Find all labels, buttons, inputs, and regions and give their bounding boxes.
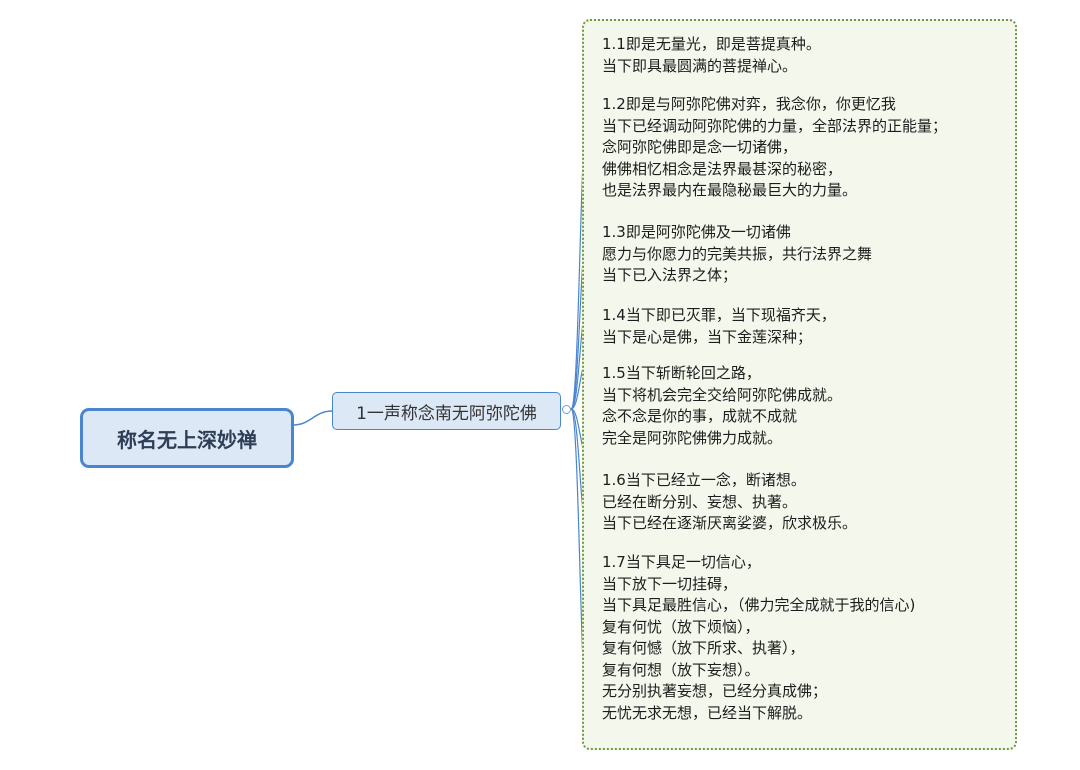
leaf-text-line: 完全是阿弥陀佛佛力成就。: [602, 428, 783, 447]
branch-topic-label: 1一声称念南无阿弥陀佛: [356, 403, 537, 424]
leaf-text-line: 复有何忧（放下烦恼），: [602, 617, 760, 636]
leaf-topic[interactable]: 1.6当下已经立一念，断诸想。 已经在断分别、妄想、执著。当下已经在逐渐厌离娑婆，…: [602, 470, 857, 535]
leaf-text-line: 复有何想（放下妄想）。: [602, 660, 760, 679]
leaf-text-line: 1.1即是无量光，即是菩提真种。: [602, 35, 821, 53]
leaf-text-line: 1.3即是阿弥陀佛及一切诸佛: [602, 223, 791, 241]
leaf-topic[interactable]: 1.7当下具足一切信心， 当下放下一切挂碍， 当下具足最胜信心，（佛力完全成就于我的…: [602, 552, 915, 724]
leaf-text-line: 当下已经在逐渐厌离娑婆，欣求极乐。: [602, 514, 858, 532]
root-topic[interactable]: 称名无上深妙禅: [80, 408, 294, 468]
leaf-text-line: 当下是心是佛，当下金莲深种；: [602, 327, 813, 346]
leaf-text-line: 当下具足最胜信心，（佛力完全成就于我的信心): [602, 596, 916, 614]
leaf-text-line: 1.5当下斩断轮回之路，: [602, 364, 761, 382]
leaf-text-line: 当下即具最圆满的菩提禅心。: [602, 56, 798, 75]
leaf-topic[interactable]: 1.3即是阿弥陀佛及一切诸佛愿力与你愿力的完美共振，共行法界之舞 当下已入法界之体…: [602, 222, 872, 287]
leaf-topic[interactable]: 1.2即是与阿弥陀佛对弈，我念你，你更忆我当下已经调动阿弥陀佛的力量，全部法界的…: [602, 94, 947, 202]
leaf-text-line: 1.6当下已经立一念，断诸想。: [602, 471, 806, 489]
branch-topic[interactable]: 1一声称念南无阿弥陀佛: [332, 392, 561, 430]
leaf-text-line: 复有何憾（放下所求、执著），: [602, 639, 805, 657]
root-topic-label: 称名无上深妙禅: [117, 427, 257, 452]
leaf-text-line: 1.7当下具足一切信心，: [602, 553, 761, 571]
leaf-topic[interactable]: 1.4当下即已灭罪，当下现福齐天， 当下是心是佛，当下金莲深种；: [602, 305, 836, 348]
leaf-text-line: 1.4当下即已灭罪，当下现福齐天，: [602, 306, 836, 324]
collapse-toggle-icon[interactable]: [562, 405, 571, 414]
leaf-text-line: 1.2即是与阿弥陀佛对弈，我念你，你更忆我: [602, 95, 896, 113]
leaf-text-line: 愿力与你愿力的完美共振，共行法界之舞: [602, 244, 873, 263]
leaf-text-line: 已经在断分别、妄想、执著。: [602, 492, 798, 511]
leaf-text-line: 当下放下一切挂碍，: [602, 574, 738, 593]
leaf-text-line: 当下已入法界之体；: [602, 266, 738, 284]
leaf-text-line: 佛佛相忆相念是法界最甚深的秘密，: [602, 159, 843, 178]
leaf-topic[interactable]: 1.1即是无量光，即是菩提真种。 当下即具最圆满的菩提禅心。: [602, 34, 821, 77]
connector-line: [293, 410, 333, 426]
leaf-text-line: 无忧无求无想，已经当下解脱。: [602, 703, 813, 722]
leaf-text-line: 念不念是你的事，成就不成就: [602, 407, 798, 425]
leaf-text-line: 当下将机会完全交给阿弥陀佛成就。: [602, 385, 843, 404]
leaf-text-line: 念阿弥陀佛即是念一切诸佛，: [602, 138, 798, 156]
leaf-text-line: 也是法界最内在最隐秘最巨大的力量。: [602, 181, 858, 199]
leaf-topic[interactable]: 1.5当下斩断轮回之路， 当下将机会完全交给阿弥陀佛成就。 念不念是你的事，成就不成…: [602, 363, 842, 449]
leaf-text-line: 当下已经调动阿弥陀佛的力量，全部法界的正能量；: [602, 116, 948, 135]
leaf-text-line: 无分别执著妄想，已经分真成佛；: [602, 682, 828, 700]
